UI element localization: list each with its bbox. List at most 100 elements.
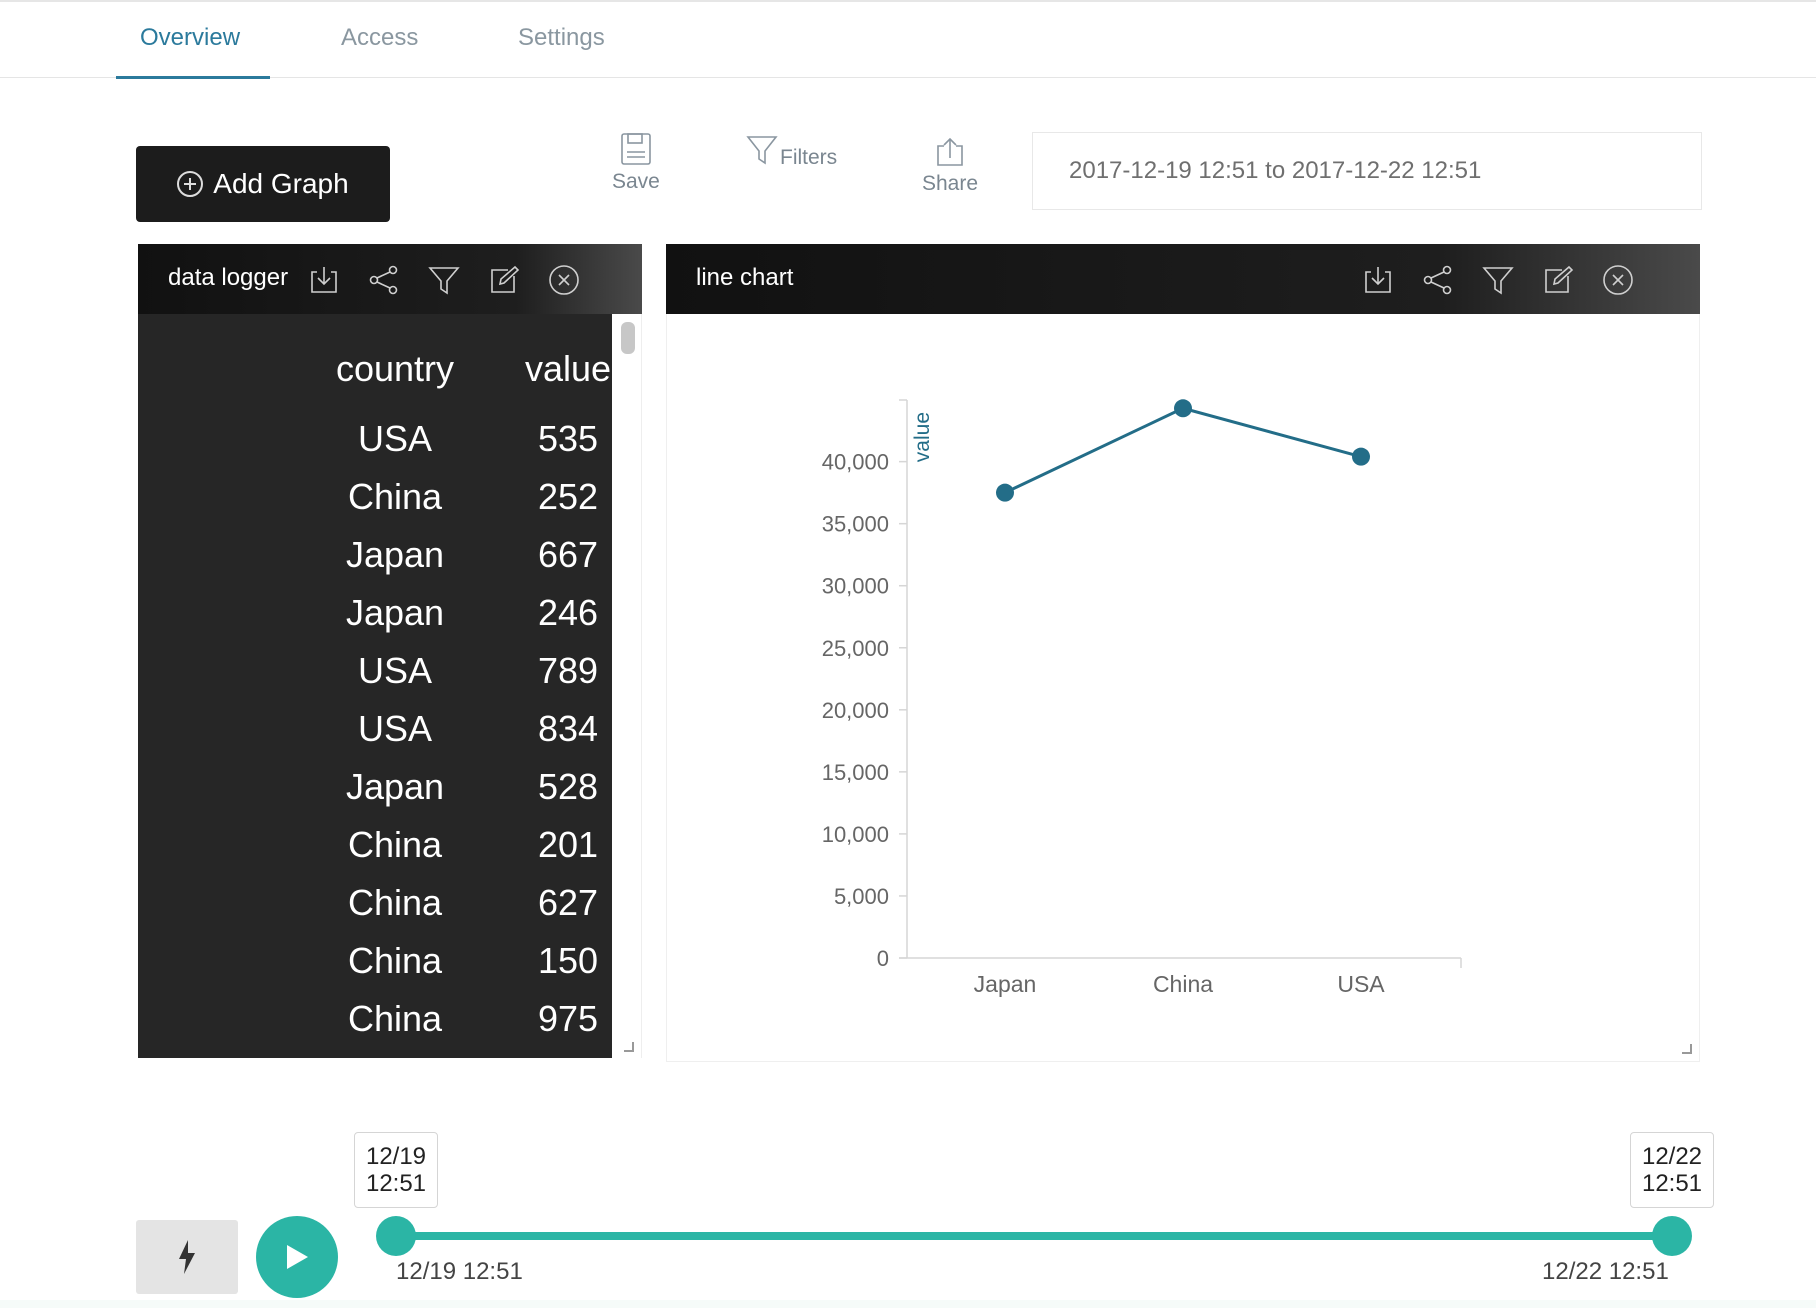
table-row: China 627 (138, 882, 612, 940)
date-range-text: 2017-12-19 12:51 to 2017-12-22 12:51 (1069, 157, 1482, 184)
table-row: USA 789 (138, 650, 612, 708)
close-icon[interactable] (1602, 264, 1634, 296)
y-tick-label: 10,000 (822, 822, 889, 847)
cell-value: 528 (537, 766, 599, 807)
cell-value: 627 (537, 882, 599, 923)
cell-value: 667 (537, 534, 599, 575)
share-button[interactable]: Share (922, 136, 978, 196)
panel-header: line chart (666, 244, 1700, 314)
start-time-tooltip: 12/19 12:51 (354, 1132, 438, 1208)
end-time-tooltip: 12/22 12:51 (1630, 1132, 1714, 1208)
cell-country: Japan (345, 592, 445, 633)
end-time-label: 12/22 12:51 (1542, 1258, 1669, 1285)
add-graph-button[interactable]: Add Graph (136, 146, 390, 222)
panel-title: line chart (696, 264, 794, 291)
download-icon[interactable] (308, 264, 340, 296)
edit-icon[interactable] (488, 264, 520, 296)
save-button[interactable]: Save (612, 132, 660, 194)
y-tick-label: 30,000 (822, 574, 889, 599)
data-point (996, 483, 1014, 502)
cell-value: 201 (537, 824, 599, 865)
share-nodes-icon[interactable] (368, 264, 400, 296)
panel-title: data logger (168, 264, 289, 291)
cell-country: China (347, 998, 443, 1039)
table-row: China 201 (138, 824, 612, 882)
column-header-country: country (335, 348, 455, 389)
cell-value: 789 (537, 650, 599, 691)
cell-country: USA (357, 650, 433, 691)
lightning-icon (179, 1240, 195, 1274)
download-icon[interactable] (1362, 264, 1394, 296)
timeline-track[interactable] (396, 1232, 1670, 1240)
play-button[interactable] (256, 1216, 338, 1298)
tab-bar: Overview Access Settings (0, 2, 1816, 79)
line-chart: 0 5,000 10,000 15,000 20,000 25,000 30,000 35,0… (822, 399, 1462, 997)
table-row: USA 535 (138, 418, 612, 476)
cell-country: China (347, 476, 443, 517)
tab-settings[interactable]: Settings (518, 24, 605, 52)
y-tick-label: 5,000 (834, 884, 889, 909)
start-tip-time: 12:51 (365, 1170, 427, 1197)
end-tip-time: 12:51 (1641, 1170, 1703, 1197)
table-row: Japan 246 (138, 592, 612, 650)
cell-country: China (347, 882, 443, 923)
resize-handle[interactable] (624, 1042, 634, 1052)
y-tick-label: 35,000 (822, 512, 889, 537)
save-icon (621, 133, 651, 165)
filters-button[interactable]: Filters (746, 134, 837, 170)
cell-value: 535 (537, 418, 599, 459)
resize-handle[interactable] (1682, 1044, 1692, 1054)
filters-label: Filters (780, 146, 838, 169)
data-point (1352, 447, 1370, 466)
table-row: Japan 667 (138, 534, 612, 592)
data-table: country value USA 535 China 252 Japan 667 Japa… (138, 314, 612, 1058)
column-header-value: value (524, 348, 612, 389)
table-row: USA 834 (138, 708, 612, 766)
y-tick-label: 20,000 (822, 698, 889, 723)
filter-icon[interactable] (428, 264, 460, 296)
tab-access[interactable]: Access (341, 24, 418, 52)
date-range-field[interactable]: 2017-12-19 12:51 to 2017-12-22 12:51 (1032, 132, 1702, 210)
start-tip-date: 12/19 (365, 1143, 427, 1170)
filter-icon[interactable] (1482, 264, 1514, 296)
y-tick-label: 0 (877, 946, 889, 971)
line-chart-panel: line chart 0 5,000 10,000 15,000 20,000 25,00… (666, 244, 1700, 1062)
cell-country: Japan (345, 534, 445, 575)
bottom-strip (0, 1300, 1816, 1308)
share-label: Share (922, 172, 979, 195)
chart-area: 0 5,000 10,000 15,000 20,000 25,000 30,000 35,0… (666, 314, 1700, 1062)
series-line (1004, 406, 1362, 495)
share-icon (937, 137, 963, 166)
cell-country: USA (357, 708, 433, 749)
cell-country: China (347, 940, 443, 981)
data-point (1174, 399, 1192, 418)
play-icon (287, 1245, 308, 1269)
active-tab-indicator (116, 76, 270, 79)
end-handle[interactable] (1652, 1216, 1692, 1256)
data-logger-panel: data logger country value USA 535 China 252… (138, 244, 642, 1058)
table-row: China 150 (138, 940, 612, 998)
edit-icon[interactable] (1542, 264, 1574, 296)
tab-overview[interactable]: Overview (140, 24, 240, 52)
x-tick-label: China (1153, 971, 1213, 997)
cell-value: 834 (537, 708, 599, 749)
scrollbar[interactable] (612, 314, 642, 1058)
cell-country: Japan (345, 766, 445, 807)
cell-value: 252 (537, 476, 599, 517)
cell-country: USA (357, 418, 433, 459)
table-row: China 252 (138, 476, 612, 534)
start-handle[interactable] (376, 1216, 416, 1256)
cell-value: 150 (537, 940, 599, 981)
share-nodes-icon[interactable] (1422, 264, 1454, 296)
live-mode-button[interactable] (136, 1220, 238, 1294)
cell-country: China (347, 824, 443, 865)
close-icon[interactable] (548, 264, 580, 296)
plus-circle-icon (177, 171, 204, 197)
panel-header: data logger (138, 244, 642, 314)
x-tick-label: Japan (974, 971, 1037, 997)
end-tip-date: 12/22 (1641, 1143, 1703, 1170)
table-row: Japan 528 (138, 766, 612, 824)
scrollbar-thumb[interactable] (621, 322, 635, 354)
table-header-row: country value (138, 348, 612, 406)
y-tick-label: 25,000 (822, 636, 889, 661)
